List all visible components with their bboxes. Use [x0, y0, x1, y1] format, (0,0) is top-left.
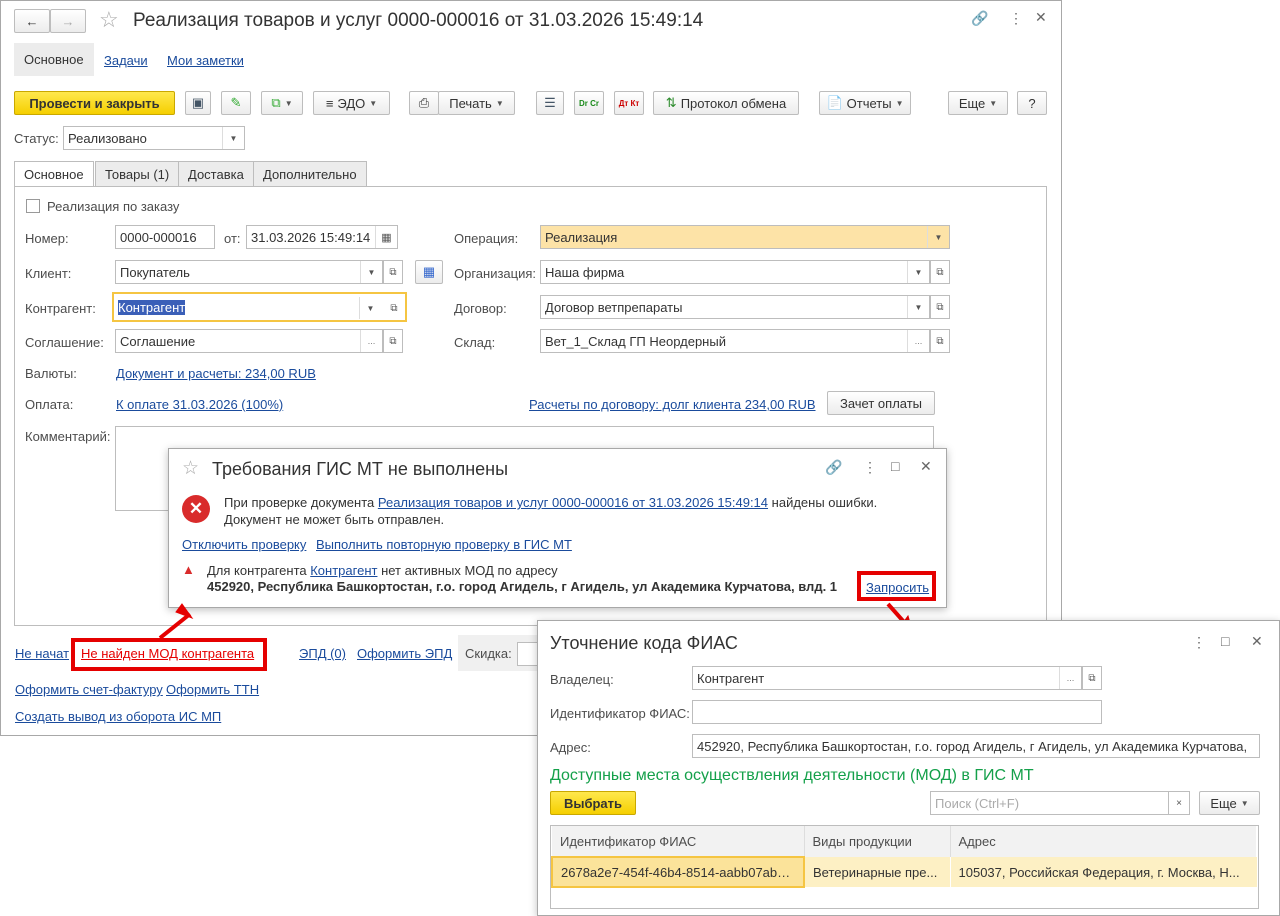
table-header: Идентификатор ФИАС Виды продукции Адрес: [552, 826, 1257, 857]
select-button[interactable]: Выбрать: [550, 791, 636, 815]
table-row[interactable]: 2678a2e7-454f-46b4-8514-aabb07ab5e... Ве…: [551, 856, 1257, 888]
select-icon[interactable]: …: [1059, 667, 1081, 689]
fias-id-label: Идентификатор ФИАС:: [550, 706, 690, 721]
more-icon[interactable]: ⋮: [1192, 634, 1206, 651]
cell-product-types[interactable]: Ветеринарные пре...: [804, 857, 951, 887]
address-label: Адрес:: [550, 740, 591, 755]
maximize-icon[interactable]: □: [1221, 633, 1229, 649]
cell-fias-id[interactable]: 2678a2e7-454f-46b4-8514-aabb07ab5e...: [551, 856, 805, 888]
clear-search-icon[interactable]: ×: [1168, 791, 1190, 815]
owner-label: Владелец:: [550, 672, 614, 687]
fias-id-field[interactable]: [692, 700, 1102, 724]
open-icon[interactable]: ⧉: [1082, 666, 1102, 690]
more-button[interactable]: Еще ▼: [1199, 791, 1260, 815]
owner-field[interactable]: Контрагент…: [692, 666, 1082, 690]
address-field[interactable]: 452920, Республика Башкортостан, г.о. го…: [692, 734, 1260, 758]
column-header-product-types[interactable]: Виды продукции: [804, 826, 951, 857]
mod-table: Идентификатор ФИАС Виды продукции Адрес …: [550, 825, 1259, 909]
column-header-fias-id[interactable]: Идентификатор ФИАС: [552, 826, 805, 857]
search-input[interactable]: Поиск (Ctrl+F): [930, 791, 1170, 815]
dialog-title: Уточнение кода ФИАС: [550, 633, 738, 653]
arrow-to-footer: [158, 603, 194, 640]
cell-address[interactable]: 105037, Российская Федерация, г. Москва,…: [950, 857, 1257, 887]
section-title: Доступные места осуществления деятельнос…: [550, 767, 1034, 784]
column-header-address[interactable]: Адрес: [950, 826, 1257, 857]
close-icon[interactable]: ✕: [1251, 633, 1263, 650]
fias-dialog: Уточнение кода ФИАС ⋮ □ ✕ Владелец: Конт…: [537, 620, 1280, 916]
